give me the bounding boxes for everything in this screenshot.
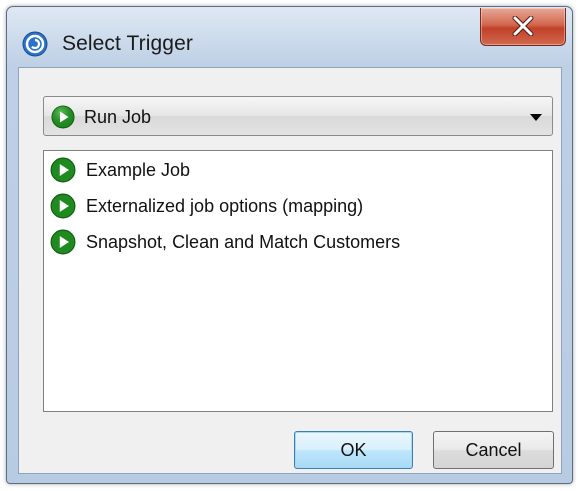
list-item[interactable]: Snapshot, Clean and Match Customers — [50, 227, 540, 259]
dialog-body: Run Job Example Job Externalized job opt… — [18, 67, 562, 474]
title-bar[interactable]: Select Trigger — [7, 7, 572, 67]
ok-button[interactable]: OK — [294, 431, 413, 469]
close-icon — [512, 16, 534, 36]
selected-trigger-label: Run Job — [84, 107, 152, 127]
chevron-down-icon[interactable] — [530, 114, 542, 121]
job-list[interactable]: Example Job Externalized job options (ma… — [43, 150, 553, 412]
list-item[interactable]: Externalized job options (mapping) — [50, 191, 540, 223]
run-job-icon — [50, 229, 76, 260]
dialog-title: Select Trigger — [62, 32, 193, 55]
close-button[interactable] — [480, 8, 566, 46]
cancel-button[interactable]: Cancel — [433, 431, 554, 469]
select-trigger-dialog: Select Trigger Run Job Example Job Exter… — [6, 6, 573, 484]
job-label: Externalized job options (mapping) — [86, 196, 364, 216]
run-job-icon — [50, 193, 76, 224]
run-job-icon — [50, 157, 76, 188]
trigger-type-dropdown[interactable]: Run Job — [43, 96, 553, 136]
app-logo-icon — [22, 31, 48, 57]
list-item[interactable]: Example Job — [50, 155, 540, 187]
job-label: Snapshot, Clean and Match Customers — [86, 232, 401, 252]
run-job-icon — [51, 105, 75, 134]
job-label: Example Job — [86, 160, 191, 180]
